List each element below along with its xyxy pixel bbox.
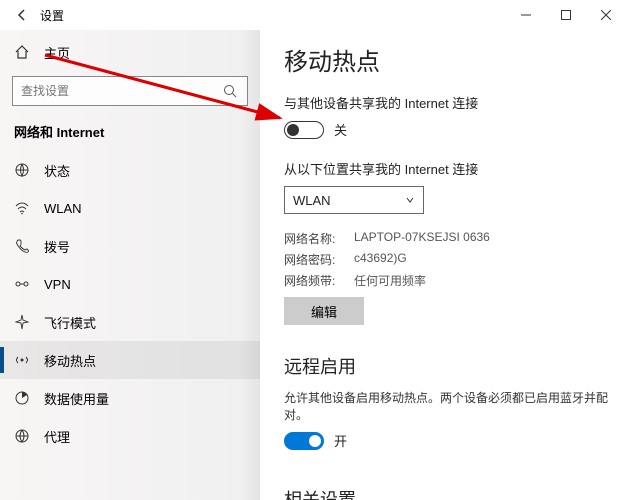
nav-label: 飞行模式: [44, 313, 96, 332]
section-heading: 网络和 Internet: [0, 116, 260, 151]
search-icon: [223, 84, 239, 98]
nav-label: WLAN: [44, 201, 82, 216]
network-info: 网络名称: LAPTOP-07KSEJSI 0636 网络密码: c43692)…: [284, 230, 610, 289]
from-select-value: WLAN: [293, 193, 331, 208]
window-title: 设置: [40, 7, 64, 24]
nav-wlan[interactable]: WLAN: [0, 189, 260, 227]
related-heading: 相关设置: [284, 486, 610, 500]
nav-dialup[interactable]: 拨号: [0, 227, 260, 265]
main-content: 移动热点 与其他设备共享我的 Internet 连接 关 从以下位置共享我的 I…: [260, 30, 634, 500]
vpn-icon: [14, 276, 30, 292]
dialup-icon: [14, 238, 30, 254]
share-toggle-state: 关: [334, 120, 347, 139]
info-band-val: 任何可用频率: [354, 272, 610, 289]
chevron-down-icon: [405, 195, 415, 205]
info-name-val: LAPTOP-07KSEJSI 0636: [354, 230, 610, 247]
proxy-icon: [14, 428, 30, 444]
from-select[interactable]: WLAN: [284, 186, 424, 214]
close-icon: [601, 10, 611, 20]
nav-label: VPN: [44, 277, 71, 292]
info-band-key: 网络频带:: [284, 272, 354, 289]
from-label: 从以下位置共享我的 Internet 连接: [284, 159, 610, 178]
nav-label: 状态: [44, 161, 70, 180]
home-label: 主页: [44, 43, 70, 62]
info-pass-key: 网络密码:: [284, 251, 354, 268]
hotspot-icon: [14, 352, 30, 368]
close-button[interactable]: [586, 0, 626, 30]
search-input[interactable]: [21, 84, 223, 98]
titlebar: 设置: [0, 0, 634, 30]
maximize-icon: [561, 10, 571, 20]
maximize-button[interactable]: [546, 0, 586, 30]
remote-toggle[interactable]: [284, 432, 324, 450]
remote-toggle-state: 开: [334, 431, 347, 450]
home-icon: [14, 44, 30, 60]
wifi-icon: [14, 200, 30, 216]
remote-heading: 远程启用: [284, 353, 610, 379]
edit-button[interactable]: 编辑: [284, 297, 364, 325]
share-toggle[interactable]: [284, 121, 324, 139]
data-icon: [14, 390, 30, 406]
minimize-button[interactable]: [506, 0, 546, 30]
nav-proxy[interactable]: 代理: [0, 417, 260, 455]
back-button[interactable]: [8, 8, 36, 22]
remote-desc: 允许其他设备启用移动热点。两个设备必须都已启用蓝牙并配对。: [284, 389, 610, 423]
minimize-icon: [521, 10, 531, 20]
nav-label: 数据使用量: [44, 389, 109, 408]
nav-datausage[interactable]: 数据使用量: [0, 379, 260, 417]
nav-status[interactable]: 状态: [0, 151, 260, 189]
status-icon: [14, 162, 30, 178]
nav-airplane[interactable]: 飞行模式: [0, 303, 260, 341]
nav-label: 拨号: [44, 237, 70, 256]
airplane-icon: [14, 314, 30, 330]
nav-label: 代理: [44, 427, 70, 446]
info-name-key: 网络名称:: [284, 230, 354, 247]
info-pass-val: c43692)G: [354, 251, 610, 268]
nav-list: 状态 WLAN 拨号 VPN 飞行模式 移动热点 数据使用量 代理: [0, 151, 260, 455]
nav-label: 移动热点: [44, 351, 96, 370]
nav-hotspot[interactable]: 移动热点: [0, 341, 260, 379]
page-title: 移动热点: [284, 42, 610, 77]
share-label: 与其他设备共享我的 Internet 连接: [284, 93, 610, 112]
arrow-left-icon: [15, 8, 29, 22]
home-link[interactable]: 主页: [0, 34, 260, 70]
search-box[interactable]: [12, 76, 248, 106]
sidebar: 主页 网络和 Internet 状态 WLAN 拨号 VPN 飞行模式 移动热点…: [0, 30, 260, 500]
nav-vpn[interactable]: VPN: [0, 265, 260, 303]
